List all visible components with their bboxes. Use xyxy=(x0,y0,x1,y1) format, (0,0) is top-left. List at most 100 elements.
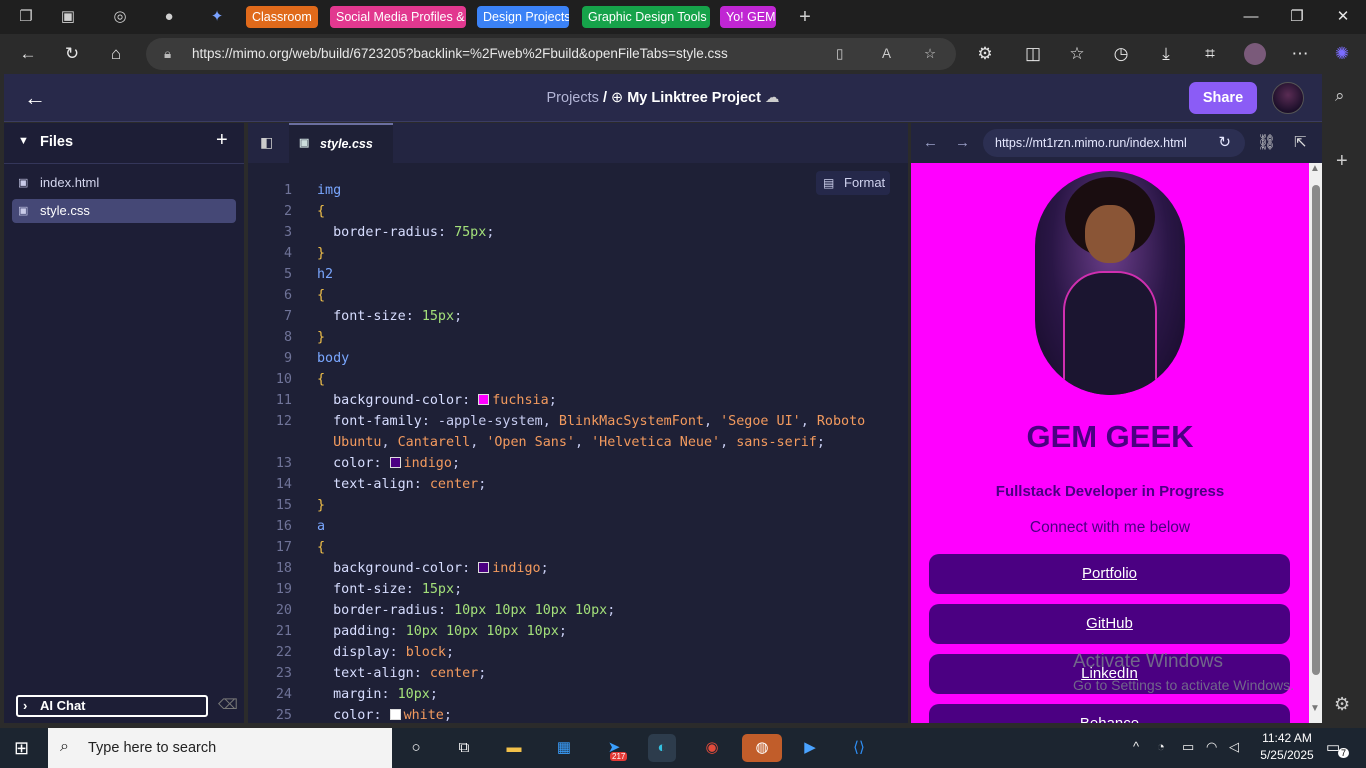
code-line[interactable]: 12 font-family: -apple-system, BlinkMacS… xyxy=(248,414,908,435)
link-button-github[interactable]: GitHub xyxy=(929,604,1290,644)
scroll-up-icon[interactable]: ▲ xyxy=(1310,163,1320,174)
edge-icon[interactable]: ◐ xyxy=(648,734,676,762)
code-line[interactable]: 14 text-align: center; xyxy=(248,477,908,498)
more-options-icon[interactable]: ⋯ xyxy=(1289,43,1311,65)
app-icon[interactable]: ◍ xyxy=(742,734,782,762)
restore-icon[interactable]: ❐ xyxy=(1274,0,1320,34)
screenshot-icon[interactable]: ⌗ xyxy=(1199,43,1221,65)
extensions-icon[interactable]: ⚙ xyxy=(974,43,996,65)
preview-reload-icon[interactable]: ↻ xyxy=(1218,129,1231,157)
code-editor[interactable]: ◧ ▣ style.css ▤ Format 1 img 2{3 border-ra… xyxy=(248,123,908,723)
read-aloud-icon[interactable]: A xyxy=(882,38,891,70)
preview-back-icon[interactable]: ← xyxy=(923,134,938,151)
eraser-icon[interactable]: ⌫ xyxy=(218,696,238,713)
user-avatar[interactable] xyxy=(1272,82,1304,114)
show-hidden-icons[interactable]: ^ xyxy=(1133,739,1139,754)
add-file-icon[interactable]: + xyxy=(216,129,228,152)
code-line[interactable]: 2{ xyxy=(248,204,908,225)
favorite-3[interactable]: Graphic Design Tools xyxy=(582,6,710,28)
scroll-down-icon[interactable]: ▼ xyxy=(1310,703,1320,714)
code-line[interactable]: 13 color: indigo; xyxy=(248,456,908,477)
new-tab-icon[interactable]: + xyxy=(796,7,814,27)
link-icon[interactable]: ⛓ xyxy=(1257,133,1276,151)
code-line[interactable]: Ubuntu, Cantarell, 'Open Sans', 'Helveti… xyxy=(248,435,908,456)
code-line[interactable]: 19 font-size: 15px; xyxy=(248,582,908,603)
code-line[interactable]: 18 background-color: indigo; xyxy=(248,561,908,582)
gemini-tab-icon[interactable]: ✦ xyxy=(208,8,226,26)
clock-time[interactable]: 11:42 AM xyxy=(1256,731,1318,745)
volume-icon[interactable]: ◁ xyxy=(1229,739,1239,755)
tab-actions-icon[interactable]: ▣ xyxy=(59,8,77,26)
preview-url-field[interactable]: https://mt1rzn.mimo.run/index.html ↻ xyxy=(983,129,1245,157)
downloads-icon[interactable]: ⤓ xyxy=(1155,43,1177,65)
history-icon[interactable]: ◷ xyxy=(1110,43,1132,65)
code-line[interactable]: 9 body xyxy=(248,351,908,372)
home-icon[interactable]: ⌂ xyxy=(105,43,127,65)
task-view-icon[interactable]: ⧉ xyxy=(450,734,478,762)
file-item[interactable]: ▣ index.html xyxy=(12,171,236,195)
code-line[interactable]: 15} xyxy=(248,498,908,519)
profile-avatar[interactable] xyxy=(1244,43,1266,65)
code-line[interactable]: 7 font-size: 15px; xyxy=(248,309,908,330)
favorite-2[interactable]: Design Projects xyxy=(477,6,569,28)
preview-forward-icon[interactable]: → xyxy=(955,134,970,151)
code-line[interactable]: 21 padding: 10px 10px 10px 10px; xyxy=(248,624,908,645)
ai-chat-toggle[interactable]: › AI Chat xyxy=(16,695,208,717)
cortana-icon[interactable]: ○ xyxy=(402,734,430,762)
scrollbar-thumb[interactable] xyxy=(1312,185,1320,675)
code-line[interactable]: 6{ xyxy=(248,288,908,309)
link-button-behance[interactable]: Behance xyxy=(929,704,1290,723)
code-line[interactable]: 16 a xyxy=(248,519,908,540)
code-line[interactable]: 4} xyxy=(248,246,908,267)
collapse-chevron-icon[interactable]: ▼ xyxy=(18,135,29,147)
wifi-icon[interactable]: ◠ xyxy=(1206,739,1217,755)
split-screen-icon[interactable]: ◫ xyxy=(1022,43,1044,65)
workspaces-icon[interactable]: ❐ xyxy=(17,8,35,26)
code-line[interactable]: 3 border-radius: 75px; xyxy=(248,225,908,246)
favorite-star-icon[interactable]: ☆ xyxy=(924,38,936,70)
tab-style-css[interactable]: ▣ style.css xyxy=(289,123,393,163)
file-explorer-icon[interactable]: ▬ xyxy=(500,734,528,762)
favorite-0[interactable]: Classroom xyxy=(246,6,318,28)
breadcrumb-projects[interactable]: Projects xyxy=(547,90,599,106)
windows-start-icon[interactable]: ⊞ xyxy=(14,738,29,759)
code-line[interactable]: 24 margin: 10px; xyxy=(248,687,908,708)
clock-date[interactable]: 5/25/2025 xyxy=(1254,748,1320,762)
link-button-portfolio[interactable]: Portfolio xyxy=(929,554,1290,594)
address-bar[interactable]: 🔒︎ https://mimo.org/web/build/6723205?ba… xyxy=(146,38,956,70)
code-line[interactable]: 20 border-radius: 10px 10px 10px 10px; xyxy=(248,603,908,624)
preview-scrollbar[interactable]: ▲ ▼ xyxy=(1309,163,1322,723)
reading-view-icon[interactable]: ▯ xyxy=(836,38,843,70)
code-line[interactable]: 8} xyxy=(248,330,908,351)
code-line[interactable]: 1 img xyxy=(248,183,908,204)
favorite-4[interactable]: Yo! GEM xyxy=(720,6,776,28)
refresh-icon[interactable]: ↻ xyxy=(61,43,83,65)
store-icon[interactable]: ▦ xyxy=(550,734,578,762)
copilot-icon[interactable]: ✺ xyxy=(1331,43,1353,65)
toggle-sidebar-icon[interactable]: ◧ xyxy=(260,134,273,151)
close-window-icon[interactable]: ✕ xyxy=(1320,0,1366,34)
favorite-1[interactable]: Social Media Profiles & xyxy=(330,6,466,28)
pinned-tab-icon[interactable]: ◎ xyxy=(111,8,129,26)
network-icon[interactable]: ◔ xyxy=(1157,739,1165,754)
chrome-icon[interactable]: ◉ xyxy=(698,734,726,762)
sidebar-settings-icon[interactable]: ⚙ xyxy=(1334,694,1350,715)
terminal-icon[interactable]: ▶ xyxy=(796,734,824,762)
back-icon[interactable]: ← xyxy=(17,43,39,65)
code-line[interactable]: 25 color: white; xyxy=(248,708,908,729)
code-line[interactable]: 11 background-color: fuchsia; xyxy=(248,393,908,414)
code-line[interactable]: 23 text-align: center; xyxy=(248,666,908,687)
open-external-icon[interactable]: ⇱ xyxy=(1294,133,1307,151)
share-button[interactable]: Share xyxy=(1189,82,1257,114)
sidebar-add-icon[interactable]: + xyxy=(1336,150,1348,173)
code-line[interactable]: 10 { xyxy=(248,372,908,393)
file-item[interactable]: ▣ style.css xyxy=(12,199,236,223)
code-line[interactable]: 17 { xyxy=(248,540,908,561)
code-line[interactable]: 22 display: block; xyxy=(248,645,908,666)
minimize-icon[interactable]: — xyxy=(1228,0,1274,34)
code-line[interactable]: 5 h2 xyxy=(248,267,908,288)
favorites-icon[interactable]: ☆ xyxy=(1066,43,1088,65)
battery-icon[interactable]: ▭ xyxy=(1182,739,1194,755)
vscode-icon[interactable]: ⟨⟩ xyxy=(845,734,873,762)
taskbar-search-box[interactable]: ⌕ Type here to search xyxy=(48,728,392,768)
